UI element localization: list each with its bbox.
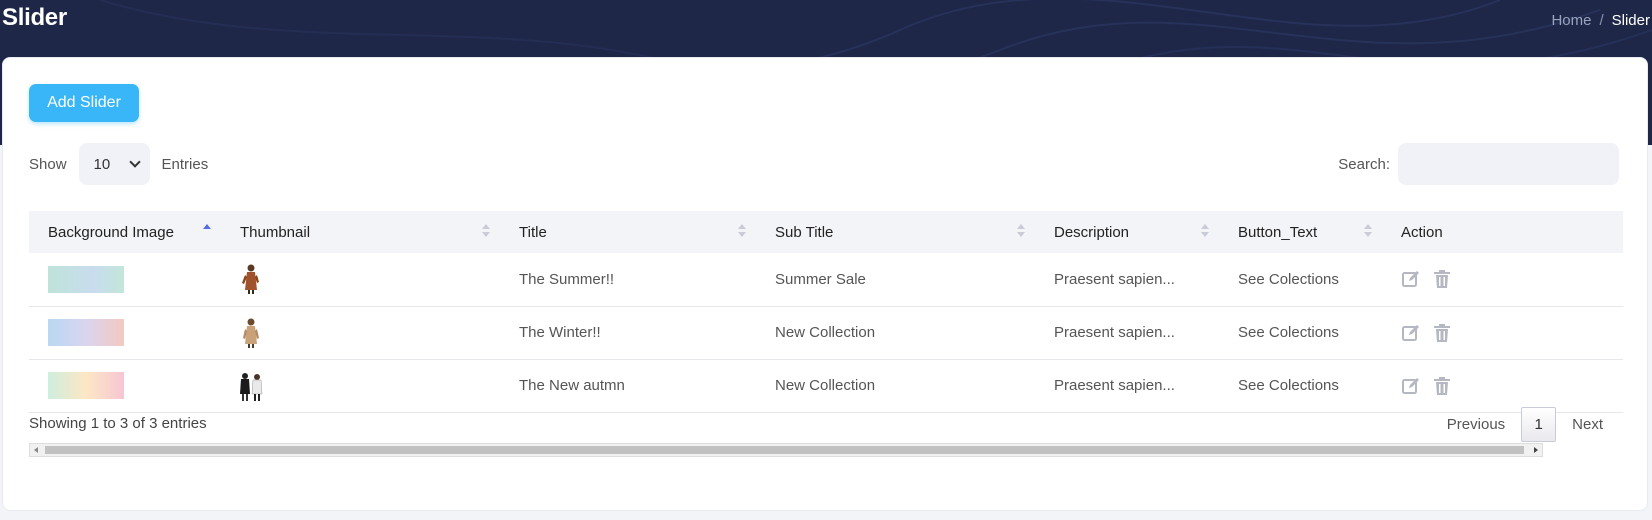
thumbnail-cell [221, 253, 500, 306]
sort-icon [482, 224, 490, 238]
add-slider-button[interactable]: Add Slider [29, 84, 139, 122]
background-image-cell [29, 359, 221, 412]
search-input[interactable] [1398, 143, 1619, 185]
breadcrumb: Home / Slider [1551, 12, 1650, 29]
sub-title-cell: New Collection [775, 324, 876, 341]
table-info: Showing 1 to 3 of 3 entries [29, 415, 207, 432]
button-text-cell: See Colections [1238, 377, 1339, 394]
scroll-right-icon[interactable] [1534, 447, 1538, 453]
background-image-preview [48, 265, 124, 293]
trash-icon[interactable] [1433, 269, 1451, 289]
column-header-thumbnail[interactable]: Thumbnail [221, 211, 500, 253]
thumbnail-image [243, 318, 259, 348]
slider-card: Add Slider Show 10 Entries Search: Backg… [2, 57, 1648, 511]
title-cell: The Winter!! [519, 324, 601, 341]
chevron-down-icon [128, 156, 141, 168]
entries-select-value: 10 [93, 155, 111, 173]
edit-icon[interactable] [1401, 323, 1421, 343]
sort-asc-icon [203, 224, 211, 238]
table-row: The New autmn New Collection Praesent sa… [29, 359, 1623, 412]
previous-button[interactable]: Previous [1431, 416, 1521, 433]
description-cell: Praesent sapien... [1054, 377, 1175, 394]
length-menu: Show 10 Entries [29, 143, 208, 185]
column-header-button-text[interactable]: Button_Text [1219, 211, 1382, 253]
horizontal-scrollbar[interactable] [29, 443, 1543, 457]
breadcrumb-home-link[interactable]: Home [1551, 12, 1591, 29]
sub-title-cell: Summer Sale [775, 270, 866, 288]
trash-icon[interactable] [1433, 376, 1451, 396]
description-cell: Praesent sapien... [1054, 270, 1175, 288]
column-header-action: Action [1401, 223, 1443, 241]
edit-icon[interactable] [1401, 376, 1421, 396]
title-cell: The New autmn [519, 377, 625, 394]
button-text-cell: See Colections [1238, 270, 1339, 288]
sort-icon [1201, 224, 1209, 238]
sub-title-cell: New Collection [775, 377, 876, 394]
trash-icon[interactable] [1433, 323, 1451, 343]
thumbnail-cell [221, 359, 500, 412]
breadcrumb-separator: / [1599, 12, 1604, 29]
search-label: Search: [1338, 155, 1390, 173]
edit-icon[interactable] [1401, 269, 1421, 289]
background-image-preview [48, 319, 124, 346]
column-header-description[interactable]: Description [1035, 211, 1219, 253]
sort-icon [738, 224, 746, 238]
table-header-row: Background Image Thumbnail Title Sub Tit… [29, 211, 1623, 253]
background-image-cell [29, 253, 221, 306]
background-image-cell [29, 306, 221, 359]
page-button-current[interactable]: 1 [1521, 407, 1557, 442]
background-image-preview [48, 372, 124, 399]
description-cell: Praesent sapien... [1054, 324, 1175, 341]
column-header-title[interactable]: Title [500, 211, 756, 253]
show-label: Show [29, 155, 67, 173]
button-text-cell: See Colections [1238, 324, 1339, 341]
thumbnail-image [240, 372, 263, 401]
scroll-left-icon[interactable] [34, 447, 38, 453]
sort-icon [1364, 224, 1372, 238]
action-cell [1382, 253, 1623, 306]
table-row: The Winter!! New Collection Praesent sap… [29, 306, 1623, 359]
entries-select[interactable]: 10 [78, 143, 150, 185]
thumbnail-cell [221, 306, 500, 359]
table-row: The Summer!! Summer Sale Praesent sapien… [29, 253, 1623, 306]
next-button[interactable]: Next [1556, 416, 1619, 433]
entries-label: Entries [161, 155, 209, 173]
scrollbar-thumb[interactable] [45, 446, 1524, 454]
page-title: Slider [2, 4, 67, 31]
breadcrumb-current: Slider [1611, 12, 1650, 29]
pagination: Previous 1 Next [1431, 407, 1619, 442]
action-cell [1382, 306, 1623, 359]
slider-table: Background Image Thumbnail Title Sub Tit… [29, 211, 1623, 413]
title-cell: The Summer!! [519, 270, 615, 288]
sort-icon [1017, 224, 1025, 238]
search-area: Search: [1338, 143, 1619, 185]
column-header-background-image[interactable]: Background Image [29, 211, 221, 253]
action-cell [1382, 359, 1623, 412]
thumbnail-image [242, 264, 259, 295]
column-header-sub-title[interactable]: Sub Title [756, 211, 1035, 253]
